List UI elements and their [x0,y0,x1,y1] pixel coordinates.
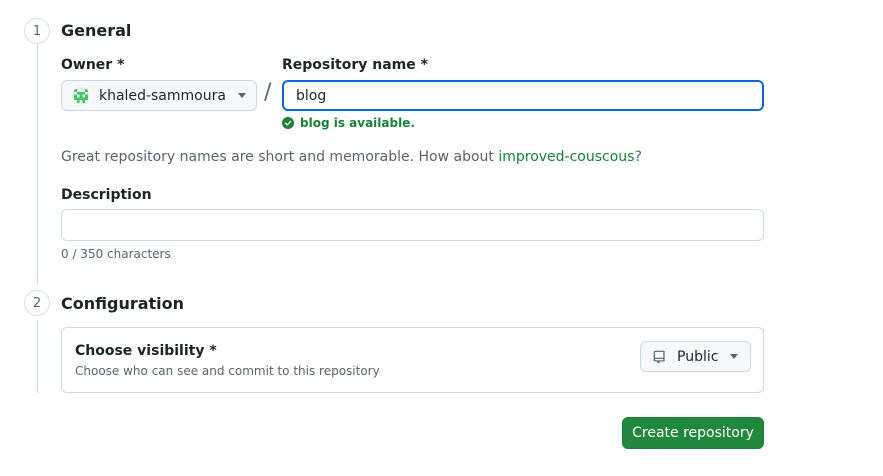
step-1-indicator: 1 [24,18,50,44]
step-2-indicator: 2 [24,290,50,316]
suggestion-prefix: Great repository names are short and mem… [61,149,499,165]
availability-text: blog is available. [300,116,415,130]
create-repository-form: 1 General Owner * Repository name * khal… [0,0,883,476]
step-connector-line [35,44,40,393]
suggestion-suffix: ? [634,149,642,165]
repository-name-label: Repository name * [282,57,428,73]
visibility-subtitle: Choose who can see and commit to this re… [75,364,380,378]
check-circle-icon [282,117,294,129]
owner-repo-separator: / [264,80,272,105]
create-repository-button[interactable]: Create repository [622,417,764,449]
owner-label: Owner * [61,57,125,73]
visibility-value: Public [677,348,719,365]
repo-icon [653,350,667,364]
caret-down-icon [238,93,246,98]
visibility-panel: Choose visibility * Choose who can see a… [61,327,764,393]
description-input[interactable] [61,209,764,241]
visibility-select-button[interactable]: Public [640,341,751,372]
visibility-title: Choose visibility * [75,343,217,359]
owner-select-button[interactable]: khaled-sammoura [61,80,257,111]
section-title-configuration: Configuration [61,294,185,313]
suggested-name-link[interactable]: improved-couscous [498,149,634,165]
section-title-general: General [61,21,132,40]
owner-name: khaled-sammoura [99,87,226,104]
description-char-count: 0 / 350 characters [61,247,171,261]
identicon-avatar-icon [72,86,90,105]
name-suggestion: Great repository names are short and mem… [61,149,642,165]
description-label: Description [61,187,152,203]
caret-down-icon [730,354,738,359]
availability-message: blog is available. [282,116,415,130]
repository-name-input[interactable] [282,80,764,111]
